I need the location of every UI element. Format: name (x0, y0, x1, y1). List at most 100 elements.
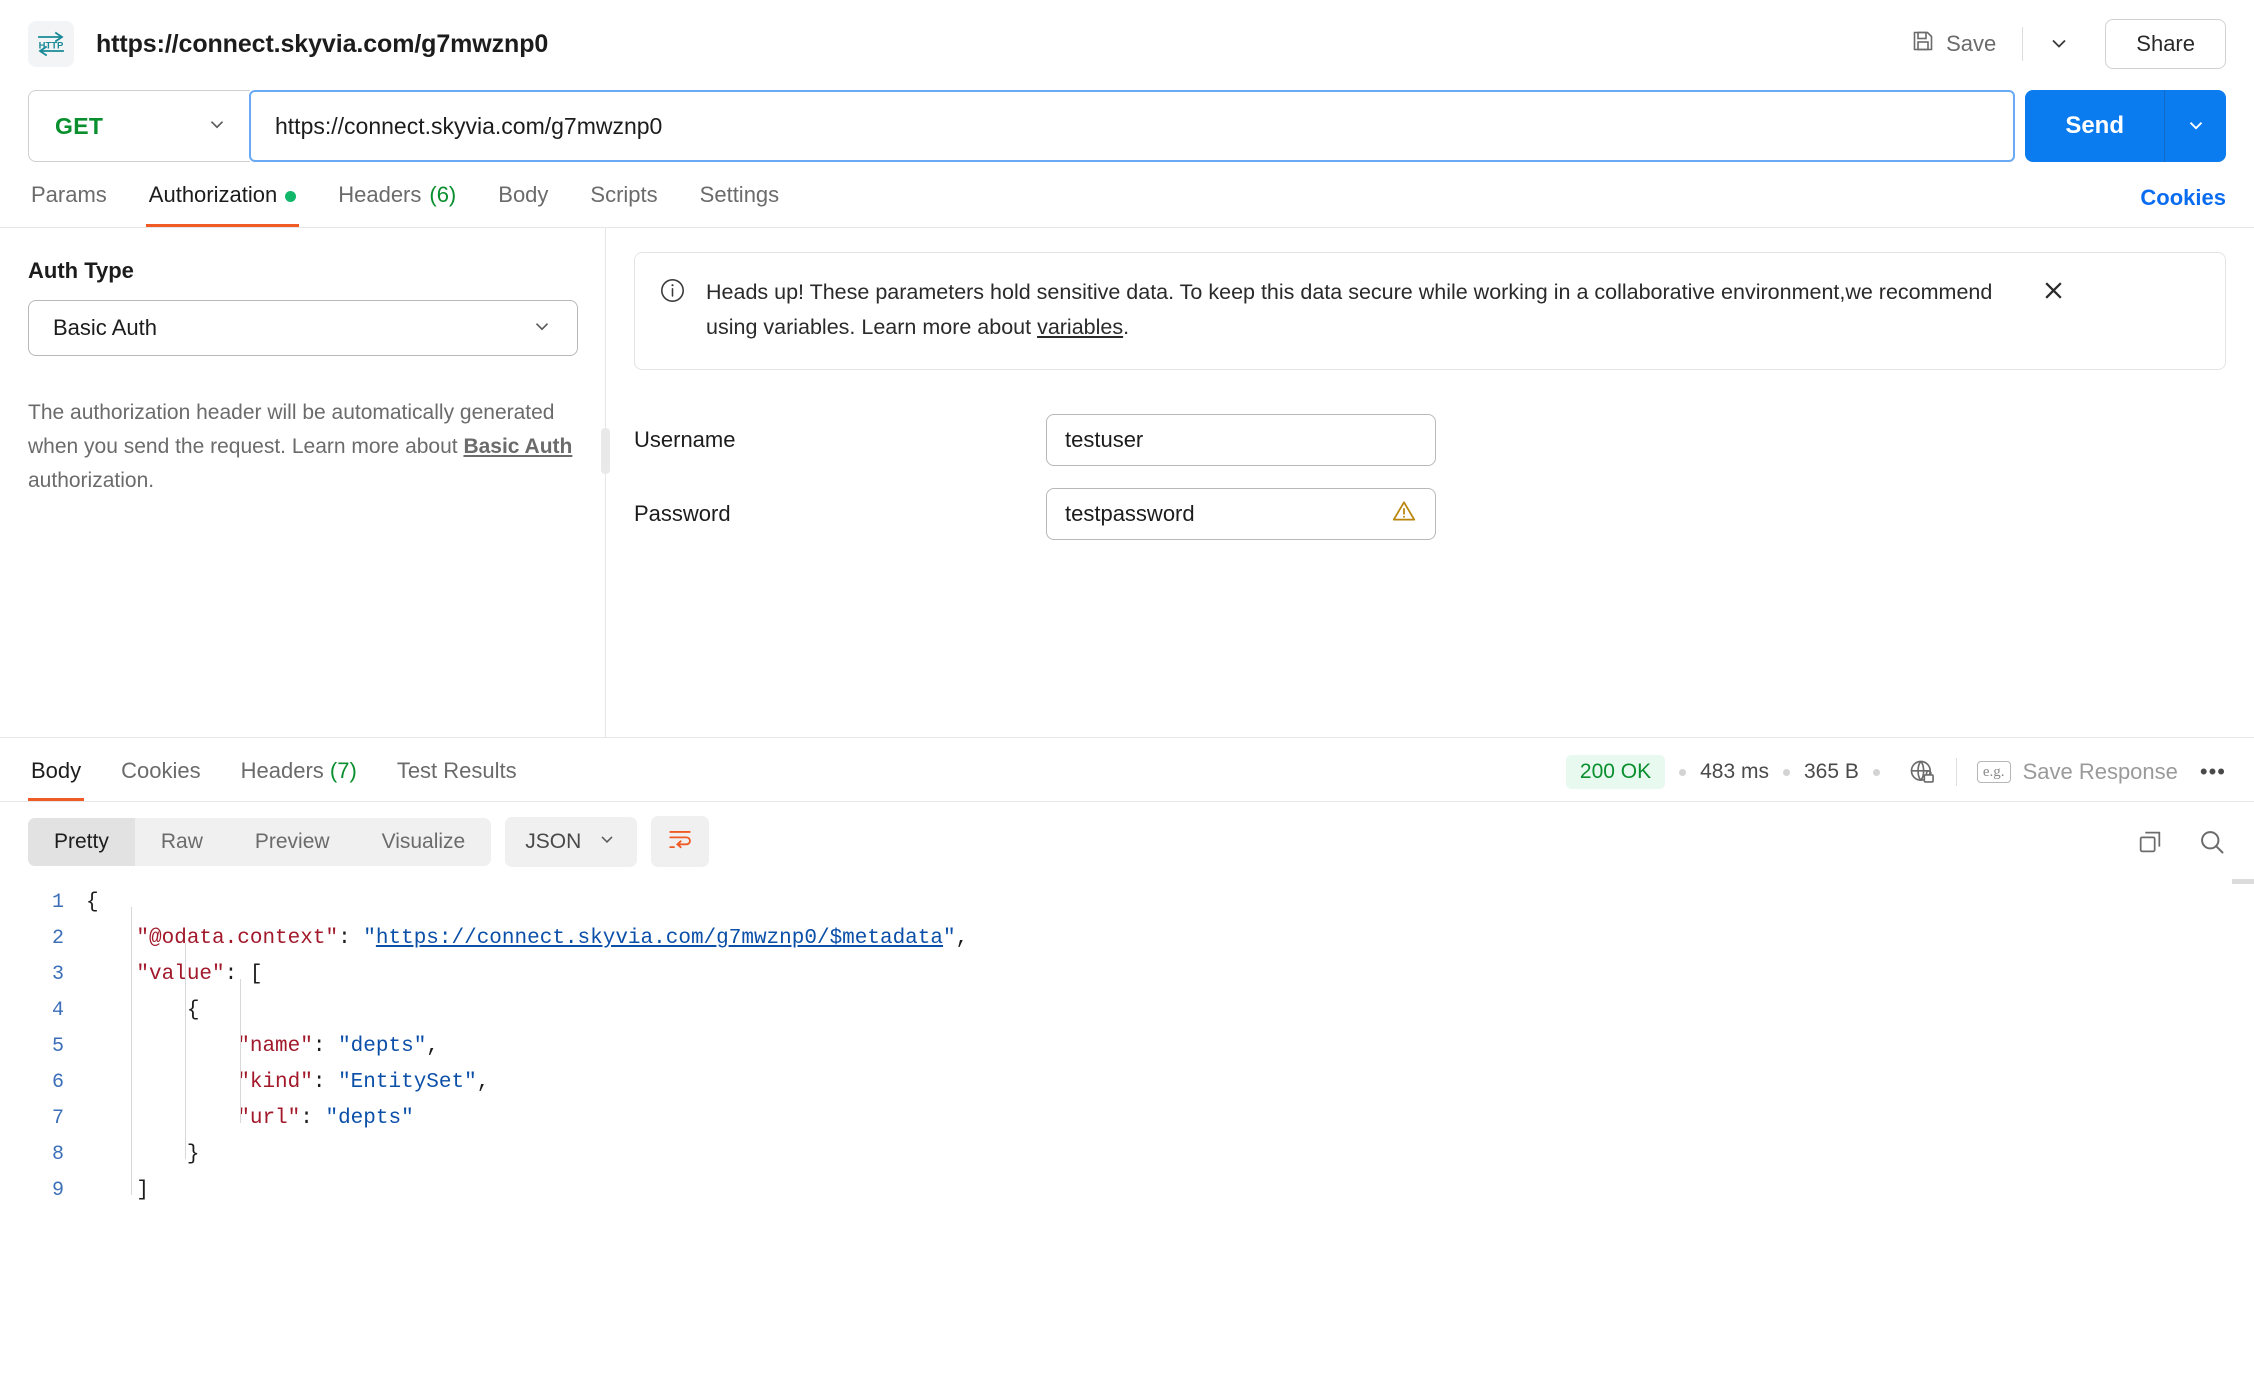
tab-settings[interactable]: Settings (697, 182, 783, 227)
line-number: 3 (51, 963, 64, 986)
response-time: 483 ms (1700, 760, 1769, 783)
auth-type-value: Basic Auth (53, 315, 157, 340)
variables-link[interactable]: variables (1037, 315, 1123, 339)
banner-text-part1: Heads up! These parameters hold sensitiv… (706, 280, 1993, 339)
tab-authorization[interactable]: Authorization (145, 182, 300, 227)
format-selector[interactable]: JSON (505, 816, 638, 867)
token-punc: } (186, 1143, 200, 1166)
url-input[interactable] (275, 112, 1990, 140)
cookies-link[interactable]: Cookies (2140, 185, 2226, 227)
example-icon[interactable]: e.g. (1976, 760, 2011, 784)
response-tab-test-results[interactable]: Test Results (394, 758, 520, 801)
token-punc: : (300, 1107, 326, 1130)
code-content: } (86, 1137, 2254, 1173)
token-key: "url" (237, 1107, 301, 1130)
save-options-button[interactable] (2035, 25, 2083, 64)
search-icon[interactable] (2198, 828, 2226, 856)
wrap-lines-button[interactable] (651, 816, 710, 867)
tab-label: Settings (699, 182, 780, 207)
token-str: "depts" (325, 1107, 414, 1130)
method-label: GET (55, 112, 104, 139)
copy-icon[interactable] (2136, 828, 2164, 856)
globe-lock-icon[interactable] (1908, 758, 1936, 786)
request-tabs: Params Authorization Headers (6) Body Sc… (0, 162, 2254, 228)
code-content: "value": [ (86, 957, 2254, 993)
token-key: "kind" (237, 1071, 313, 1094)
top-bar-actions: Save Share (1897, 19, 2226, 69)
token-str: " (942, 927, 956, 950)
tab-headers[interactable]: Headers (6) (335, 182, 459, 227)
chevron-down-icon (597, 829, 617, 855)
more-options-icon[interactable]: ••• (2200, 759, 2226, 785)
tab-label: Headers (338, 182, 422, 207)
token-punc: , (476, 1071, 490, 1094)
share-button[interactable]: Share (2105, 19, 2226, 69)
close-icon[interactable] (2040, 277, 2067, 309)
token-punc: ] (136, 1179, 150, 1202)
view-mode-segmented-control: Pretty Raw Preview Visualize (28, 817, 492, 866)
password-input-wrapper[interactable] (1046, 487, 1436, 540)
floppy-disk-icon (1911, 29, 1935, 59)
save-response-button[interactable]: Save Response (2023, 759, 2178, 785)
scrollbar[interactable] (2232, 879, 2254, 884)
token-key: "@odata.context" (136, 927, 339, 950)
view-mode-visualize[interactable]: Visualize (356, 818, 492, 866)
tab-label: Authorization (148, 182, 278, 207)
code-content: "name": "depts", (86, 1029, 2254, 1065)
token-key: "name" (237, 1035, 313, 1058)
username-input-wrapper[interactable] (1046, 413, 1436, 466)
token-str: "depts" (338, 1035, 427, 1058)
auth-type-select[interactable]: Basic Auth (28, 300, 578, 356)
save-button[interactable]: Save (1897, 21, 2010, 67)
code-line: 2 "@odata.context": "https://connect.sky… (0, 921, 2254, 957)
response-tab-headers[interactable]: Headers (7) (238, 758, 360, 801)
method-selector[interactable]: GET (28, 90, 250, 162)
line-number: 4 (51, 999, 64, 1022)
top-bar: HTTP https://connect.skyvia.com/g7mwznp0… (0, 0, 2254, 88)
response-tab-headers-label: Headers (240, 758, 324, 783)
view-mode-preview[interactable]: Preview (229, 818, 356, 866)
wrap-lines-icon (667, 826, 693, 857)
send-options-button[interactable] (2164, 90, 2226, 162)
line-number: 2 (51, 927, 64, 950)
tab-body[interactable]: Body (495, 182, 551, 227)
svg-text:HTTP: HTTP (39, 41, 64, 52)
token-key: "value" (136, 963, 225, 986)
response-body-toolbar: Pretty Raw Preview Visualize JSON (0, 802, 2254, 879)
response-tab-headers-badge: (7) (329, 758, 357, 783)
username-label: Username (634, 426, 736, 452)
token-punc: : (338, 927, 364, 950)
username-input[interactable] (1065, 426, 1417, 453)
auth-fields-panel: Heads up! These parameters hold sensitiv… (606, 228, 2254, 737)
password-input[interactable] (1065, 500, 1391, 527)
view-mode-pretty[interactable]: Pretty (28, 817, 135, 866)
url-input-wrapper[interactable] (249, 90, 2016, 162)
code-content: { (86, 885, 2254, 921)
response-tab-cookies[interactable]: Cookies (118, 758, 203, 801)
password-label: Password (634, 500, 731, 526)
token-punc: : [ (224, 963, 263, 986)
token-link[interactable]: https://connect.skyvia.com/g7mwznp0/$met… (376, 927, 943, 950)
response-tab-body[interactable]: Body (28, 758, 85, 801)
code-line: 9 ] (0, 1173, 2254, 1209)
token-punc: , (955, 927, 969, 950)
tab-params[interactable]: Params (28, 182, 110, 227)
token-str: "EntitySet" (338, 1071, 477, 1094)
warning-triangle-icon[interactable] (1391, 498, 1417, 529)
tab-scripts[interactable]: Scripts (587, 182, 660, 227)
save-label: Save (1946, 31, 1997, 56)
pane-resize-handle[interactable] (601, 428, 610, 474)
auth-type-label: Auth Type (28, 258, 134, 283)
status-badge: 200 OK (1565, 755, 1666, 789)
send-button[interactable]: Send (2025, 90, 2164, 162)
view-mode-raw[interactable]: Raw (135, 818, 229, 866)
response-body-code[interactable]: 1{2 "@odata.context": "https://connect.s… (0, 879, 2254, 1209)
basic-auth-link[interactable]: Basic Auth (463, 435, 572, 458)
token-punc: , (426, 1035, 439, 1058)
indent-guide (240, 979, 241, 1123)
sensitive-data-banner: Heads up! These parameters hold sensitiv… (634, 252, 2226, 370)
code-line: 1{ (0, 885, 2254, 921)
divider (2022, 27, 2024, 61)
token-str: " (363, 927, 376, 950)
auth-type-panel: Auth Type Basic Auth The authorization h… (0, 228, 610, 737)
